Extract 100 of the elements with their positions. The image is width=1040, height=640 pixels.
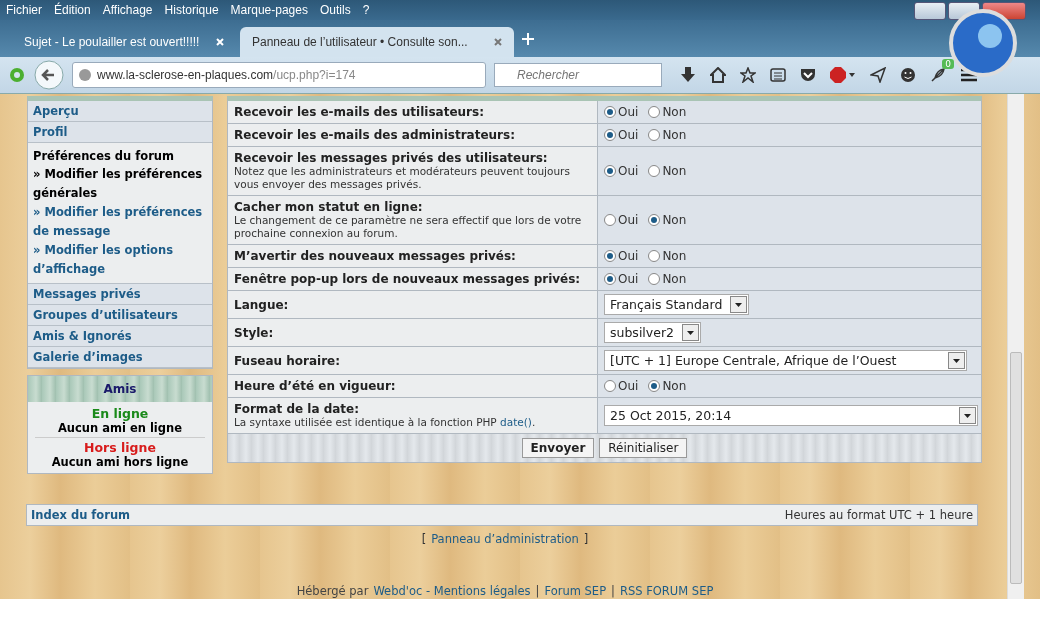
back-icon[interactable] [34,60,64,90]
status-heading: Hors ligne [84,440,156,455]
option-label: Oui [618,164,639,178]
dropdown[interactable]: subsilver2 [604,322,701,343]
option-label: Non [662,249,687,263]
setting-label: Recevoir les e-mails des utilisateurs: [234,105,485,119]
footer-text: | [535,584,540,598]
count-badge: 0 [942,59,954,69]
caret-icon[interactable] [964,413,971,418]
setting-label: Langue: [234,297,290,312]
status-text: Aucun ami en ligne [57,421,183,435]
send-icon[interactable] [870,67,886,83]
submit-button[interactable]: Envoyer [521,438,595,458]
radio-button[interactable] [604,273,616,285]
option-label: Non [662,213,687,227]
radio-button[interactable] [604,106,616,118]
note-link[interactable]: date() [500,416,532,428]
setting-label: Style: [234,325,275,340]
pocket-icon[interactable] [800,67,816,83]
footer-text: Hébergé par [296,584,369,598]
menu-item[interactable]: Édition [54,3,91,17]
footer-link[interactable]: Forum SEP [544,584,607,598]
option-label: Non [662,272,687,286]
status-heading: En ligne [91,406,149,421]
radio-button[interactable] [648,214,661,226]
menu-item[interactable]: Fichier [6,3,42,17]
option-label: Oui [618,128,639,142]
setting-label: Fenêtre pop-up lors de nouveaux messages privés: [234,272,582,286]
option-label: Non [662,105,687,119]
sidebar-link[interactable]: » Modifier les préférences de message [33,203,207,241]
breadcrumb-link[interactable]: Index du forum [31,508,131,522]
address-bar[interactable]: www.la-sclerose-en-plaques.com/ucp.php?i=174 [72,62,486,88]
search-field[interactable]: Rechercher [494,63,662,87]
setting-label: Fuseau horaire: [234,353,341,368]
menu-icon[interactable] [960,67,978,83]
scrollbar[interactable] [1007,94,1024,599]
footer-text: | [611,584,615,598]
feather-icon[interactable] [930,67,946,83]
list-icon[interactable] [770,67,786,83]
radio-button[interactable] [604,380,616,392]
setting-label: Cacher mon statut en ligne: [234,200,424,214]
browser-tab[interactable]: Panneau de l’utilisateur • Consulte son... [240,27,514,57]
menu-item[interactable]: Outils [319,3,351,17]
option-label: Oui [618,213,639,227]
plus-icon[interactable] [522,32,534,45]
close-icon[interactable] [494,38,502,46]
radio-button[interactable] [648,165,661,177]
admin-link[interactable]: Panneau d’administration [431,532,579,546]
reset-button[interactable]: Réinitialiser [599,438,688,458]
radio-button[interactable] [648,250,661,262]
setting-note: Le changement de ce paramètre ne sera effectif que lors de votre prochaine connexion au forum. [234,214,583,240]
sidebar-link[interactable]: » Modifier les options d’affichage [33,241,207,279]
menu-item[interactable]: ? [362,3,370,17]
menu-item[interactable]: Marque-pages [230,3,308,17]
stop-sign-icon[interactable] [830,67,856,83]
section-title: Préférences du forum [33,148,175,165]
dropdown[interactable]: 25 Oct 2015, 20:14 [604,405,978,426]
radio-button[interactable] [648,380,661,392]
bracket: ] [583,532,589,546]
radio-button[interactable] [648,129,661,141]
setting-note: La syntaxe utilisée est identique à la fonction PHP date(). [234,416,537,429]
option-label: Non [662,128,687,142]
option-label: Oui [618,105,639,119]
radio-button[interactable] [604,250,616,262]
setting-label: Format de la date: [234,402,361,416]
star-icon[interactable] [740,67,756,83]
option-label: Non [662,164,687,178]
caret-icon[interactable] [687,330,694,335]
option-label: Non [662,379,687,393]
status-text: Aucun ami hors ligne [51,455,189,469]
menu-item[interactable]: Historique [164,3,219,17]
setting-label: Heure d’été en vigueur: [234,379,397,393]
option-label: Oui [618,272,639,286]
minimize-button[interactable] [914,2,946,20]
setting-label: Recevoir les e-mails des administrateurs: [234,128,516,142]
globe-icon[interactable] [79,69,91,81]
radio-button[interactable] [648,273,661,285]
dropdown[interactable]: Français Standard [604,294,750,315]
caret-icon[interactable] [735,302,743,307]
panel-title: Amis [28,376,212,402]
radio-button[interactable] [604,214,616,226]
footer-link[interactable]: Webd'oc - Mentions légales [373,584,531,598]
menu-item[interactable]: Affichage [102,3,153,17]
radio-button[interactable] [648,106,661,118]
timezone-text: Heures au format UTC + 1 heure [784,508,973,522]
caret-icon[interactable] [953,358,960,363]
bracket: [ [421,532,427,546]
option-label: Oui [618,379,639,393]
setting-label: M’avertir des nouveaux messages privés: [234,249,517,263]
setting-label: Recevoir les messages privés des utilisateurs: [234,151,549,165]
radio-button[interactable] [604,129,616,141]
smiley-icon[interactable] [900,67,916,83]
sidebar-link[interactable]: » Modifier les préférences générales [33,165,207,203]
download-icon[interactable] [680,67,696,83]
radio-button[interactable] [604,165,616,177]
home-icon[interactable] [710,67,726,83]
footer-link[interactable]: RSS FORUM SEP [619,584,714,598]
browser-tab[interactable]: Sujet - Le poulailler est ouvert!!!!! [12,27,236,57]
setting-note: Notez que les administrateurs et modérateurs peuvent toujours vous envoyer des messages privés. [234,165,571,191]
dropdown[interactable]: [UTC + 1] Europe Centrale, Afrique de l’Ouest [604,350,967,371]
